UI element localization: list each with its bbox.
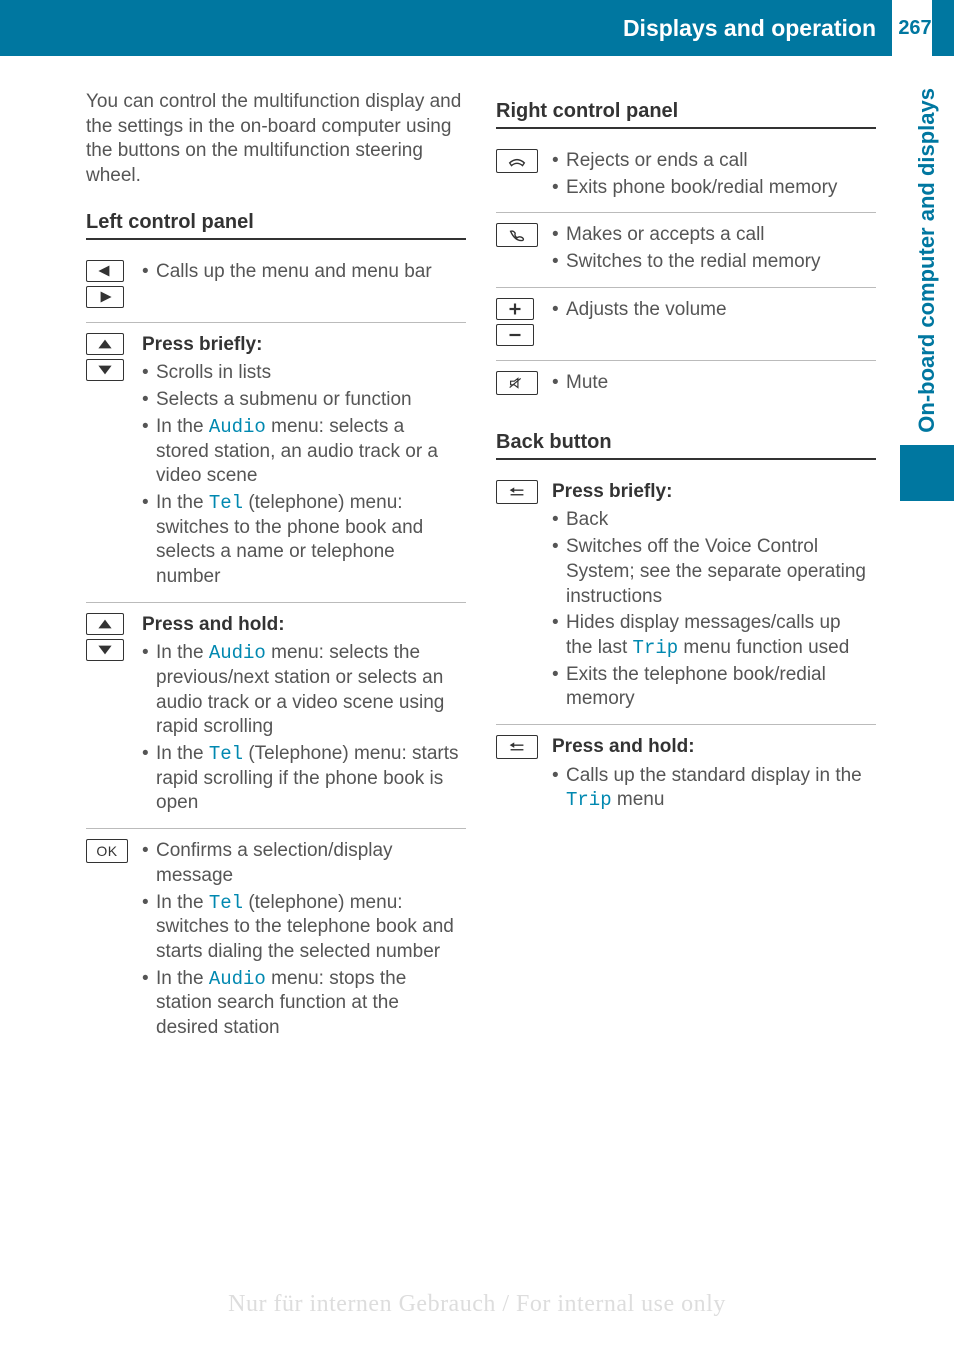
menu-ref-tel: Tel <box>209 743 243 765</box>
back-button-icon <box>496 480 538 504</box>
row-description: Makes or accepts a call Switches to the … <box>552 213 876 287</box>
row-title: Press and hold: <box>552 735 870 760</box>
row-description: Press and hold: Calls up the standard di… <box>552 724 876 825</box>
table-row: Press briefly: Scrolls in lists Selects … <box>86 322 466 602</box>
volume-minus-icon <box>496 324 534 346</box>
list-item: Calls up the standard display in the Tri… <box>552 764 870 813</box>
right-column: Right control panel Rejects or ends a ca… <box>496 90 876 1053</box>
row-description: Mute <box>552 360 876 409</box>
side-tab: On-board computer and displays <box>900 88 954 558</box>
row-description: Press briefly: Scrolls in lists Selects … <box>142 322 466 602</box>
table-row: Press and hold: In the Audio menu: selec… <box>86 602 466 829</box>
list-item: Rejects or ends a call <box>552 149 870 174</box>
row-title: Press briefly: <box>552 480 870 505</box>
back-button-icon <box>496 735 538 759</box>
back-button-heading: Back button <box>496 431 876 460</box>
list-item: Selects a submenu or function <box>142 388 460 413</box>
left-panel-table: Calls up the menu and menu bar Press bri… <box>86 250 466 1053</box>
table-row: Mute <box>496 360 876 409</box>
list-item: Back <box>552 508 870 533</box>
row-description: Press briefly: Back Switches off the Voi… <box>552 470 876 725</box>
page-content: You can control the multifunction displa… <box>86 90 876 1053</box>
menu-ref-audio: Audio <box>209 968 266 990</box>
side-tab-marker <box>900 445 954 501</box>
list-item: Calls up the menu and menu bar <box>142 260 460 285</box>
list-item: Makes or accepts a call <box>552 223 870 248</box>
button-icons <box>496 360 552 409</box>
table-row: Adjusts the volume <box>496 287 876 360</box>
up-arrow-icon <box>86 333 124 355</box>
row-description: Adjusts the volume <box>552 287 876 360</box>
button-icons <box>496 724 552 825</box>
page-header-title: Displays and operation <box>623 15 876 42</box>
left-panel-heading: Left control panel <box>86 211 466 240</box>
table-row: OK Confirms a selection/display message … <box>86 829 466 1053</box>
down-arrow-icon <box>86 359 124 381</box>
page-header: Displays and operation 267 <box>0 0 954 56</box>
row-title: Press and hold: <box>142 613 460 638</box>
side-tab-text: On-board computer and displays <box>914 88 940 433</box>
button-icons <box>496 470 552 725</box>
list-item: Hides display messages/calls up the last… <box>552 611 870 660</box>
row-description: Rejects or ends a call Exits phone book/… <box>552 139 876 213</box>
list-item: Scrolls in lists <box>142 361 460 386</box>
accept-call-icon <box>496 223 538 247</box>
button-icons <box>496 287 552 360</box>
list-item: Exits phone book/redial memory <box>552 176 870 201</box>
list-item: In the Tel (telephone) menu: switches to… <box>142 891 460 965</box>
menu-ref-trip: Trip <box>566 789 612 811</box>
button-icons: OK <box>86 829 142 1053</box>
ok-button-icon: OK <box>86 839 128 863</box>
row-description: Calls up the menu and menu bar <box>142 250 466 323</box>
menu-ref-tel: Tel <box>209 492 243 514</box>
row-description: Press and hold: In the Audio menu: selec… <box>142 602 466 829</box>
table-row: Press briefly: Back Switches off the Voi… <box>496 470 876 725</box>
list-item: In the Tel (Telephone) menu: starts rapi… <box>142 742 460 816</box>
row-description: Confirms a selection/display message In … <box>142 829 466 1053</box>
list-item: Mute <box>552 371 870 396</box>
back-button-table: Press briefly: Back Switches off the Voi… <box>496 470 876 825</box>
list-item: In the Audio menu: selects a stored stat… <box>142 415 460 489</box>
list-item: Switches to the redial memory <box>552 250 870 275</box>
list-item: Adjusts the volume <box>552 298 870 323</box>
menu-ref-audio: Audio <box>209 416 266 438</box>
list-item: Exits the telephone book/redial memory <box>552 663 870 712</box>
down-arrow-icon <box>86 639 124 661</box>
row-title: Press briefly: <box>142 333 460 358</box>
intro-text: You can control the multifunction displa… <box>86 90 466 189</box>
end-call-icon <box>496 149 538 173</box>
table-row: Makes or accepts a call Switches to the … <box>496 213 876 287</box>
up-arrow-icon <box>86 613 124 635</box>
table-row: Press and hold: Calls up the standard di… <box>496 724 876 825</box>
menu-ref-tel: Tel <box>209 892 243 914</box>
list-item: Confirms a selection/display message <box>142 839 460 888</box>
list-item: Switches off the Voice Control System; s… <box>552 535 870 609</box>
button-icons <box>86 602 142 829</box>
left-arrow-icon <box>86 260 124 282</box>
button-icons <box>496 213 552 287</box>
list-item: In the Tel (telephone) menu: switches to… <box>142 491 460 590</box>
table-row: Calls up the menu and menu bar <box>86 250 466 323</box>
watermark-text: Nur für internen Gebrauch / For internal… <box>0 1291 954 1318</box>
menu-ref-audio: Audio <box>209 642 266 664</box>
button-icons <box>86 322 142 602</box>
page-number: 267 <box>892 0 932 56</box>
button-icons <box>496 139 552 213</box>
mute-icon <box>496 371 538 395</box>
table-row: Rejects or ends a call Exits phone book/… <box>496 139 876 213</box>
right-panel-heading: Right control panel <box>496 100 876 129</box>
list-item: In the Audio menu: selects the previous/… <box>142 641 460 740</box>
right-panel-table: Rejects or ends a call Exits phone book/… <box>496 139 876 409</box>
volume-plus-icon <box>496 298 534 320</box>
menu-ref-trip: Trip <box>633 637 679 659</box>
left-column: You can control the multifunction displa… <box>86 90 466 1053</box>
right-arrow-icon <box>86 286 124 308</box>
list-item: In the Audio menu: stops the station sea… <box>142 967 460 1041</box>
button-icons <box>86 250 142 323</box>
